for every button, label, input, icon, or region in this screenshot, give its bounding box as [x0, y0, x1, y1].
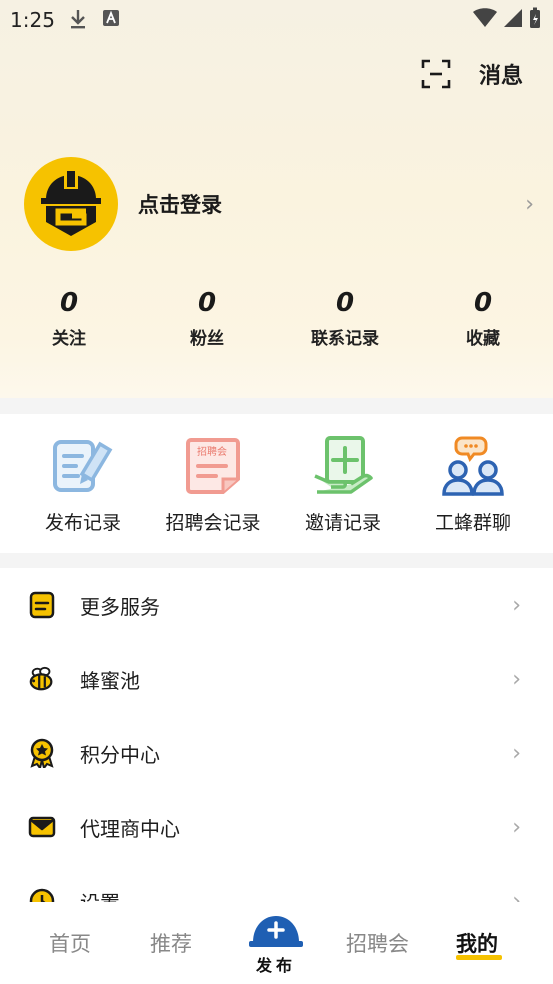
active-tab-indicator: [456, 955, 502, 960]
tab-recommend[interactable]: 推荐: [150, 928, 192, 958]
chevron-right-icon: ›: [512, 814, 521, 840]
messages-button[interactable]: 消息: [479, 58, 523, 90]
stat-label: 关注: [52, 329, 86, 349]
login-row[interactable]: 点击登录 ›: [24, 156, 534, 252]
publish-helmet-icon: [249, 916, 303, 947]
tab-mine[interactable]: 我的: [456, 928, 498, 958]
chevron-right-icon: ›: [512, 666, 521, 692]
invite-add-icon: [314, 436, 373, 494]
stat-value: 0: [335, 288, 355, 318]
menu-item-label: 蜂蜜池: [80, 668, 140, 693]
stat-label: 联系记录: [311, 329, 379, 349]
tab-publish-label: 发布: [255, 956, 296, 975]
menu-item-more-services[interactable]: 更多服务 ›: [0, 568, 553, 642]
record-label: 发布记录: [44, 512, 121, 534]
records-card: 发布记录 招聘会 招聘会记录 邀请记录 工蜂群聊: [0, 414, 553, 553]
status-notification-icons: [68, 8, 120, 30]
scan-icon[interactable]: [421, 59, 451, 89]
helmet-g-logo-icon: [41, 171, 101, 236]
menu-item-label: 积分中心: [80, 742, 160, 767]
job-fair-document-icon: 招聘会: [186, 438, 240, 494]
wifi-icon: [473, 8, 497, 27]
stat-favorites[interactable]: 0 收藏: [414, 288, 552, 349]
menu-list: 更多服务 › 蜂蜜池 › 积分中心 › 代理商中心 › 设置 ›: [0, 568, 553, 902]
chevron-right-icon: ›: [525, 191, 534, 217]
status-system-icons: [473, 7, 541, 29]
menu-item-agent-center[interactable]: 代理商中心 ›: [0, 790, 553, 864]
record-label: 工蜂群聊: [434, 512, 511, 534]
medal-icon: [28, 738, 56, 768]
menu-item-honey-pool[interactable]: 蜂蜜池 ›: [0, 642, 553, 716]
menu-item-label: 代理商中心: [80, 816, 180, 841]
tab-job-fair[interactable]: 招聘会: [346, 928, 409, 958]
settings-icon: [28, 887, 56, 902]
chevron-right-icon: ›: [512, 888, 521, 903]
job-fair-badge: 招聘会: [197, 445, 227, 458]
stat-followers[interactable]: 0 粉丝: [138, 288, 276, 349]
stat-contact-records[interactable]: 0 联系记录: [276, 288, 414, 349]
envelope-icon: [28, 813, 56, 841]
stat-value: 0: [197, 288, 217, 318]
battery-icon: [530, 7, 540, 28]
menu-item-label: 设置: [80, 887, 512, 903]
app-notification-icon: [103, 10, 119, 26]
stats-row: 0 关注 0 粉丝 0 联系记录 0 收藏: [0, 288, 553, 349]
record-group-chat[interactable]: 工蜂群聊: [408, 414, 538, 553]
avatar[interactable]: [24, 157, 118, 251]
chevron-right-icon: ›: [512, 592, 521, 618]
stat-label: 收藏: [466, 329, 500, 349]
download-icon: [71, 10, 85, 29]
stat-value: 0: [473, 288, 493, 318]
stat-value: 0: [59, 288, 79, 318]
menu-item-label: 更多服务: [80, 594, 160, 619]
group-chat-icon: [442, 436, 504, 496]
tab-home[interactable]: 首页: [49, 928, 91, 958]
stat-label: 粉丝: [190, 329, 224, 349]
login-prompt[interactable]: 点击登录: [138, 189, 525, 219]
chevron-right-icon: ›: [512, 740, 521, 766]
status-time: 1:25: [10, 8, 55, 32]
record-label: 招聘会记录: [165, 512, 261, 534]
header-actions: 消息: [421, 58, 523, 90]
record-invite[interactable]: 邀请记录: [278, 414, 408, 553]
stat-following[interactable]: 0 关注: [0, 288, 138, 349]
bee-icon: [28, 665, 56, 693]
menu-item-settings[interactable]: 设置 ›: [0, 864, 553, 902]
edit-document-icon: [53, 440, 113, 492]
tab-publish[interactable]: 发布: [246, 914, 306, 976]
status-bar: 1:25: [0, 0, 553, 40]
record-publish[interactable]: 发布记录: [18, 414, 148, 553]
record-job-fair[interactable]: 招聘会 招聘会记录: [148, 414, 278, 553]
record-label: 邀请记录: [304, 512, 381, 534]
signal-icon: [504, 9, 522, 27]
menu-item-points-center[interactable]: 积分中心 ›: [0, 716, 553, 790]
services-icon: [28, 591, 56, 619]
